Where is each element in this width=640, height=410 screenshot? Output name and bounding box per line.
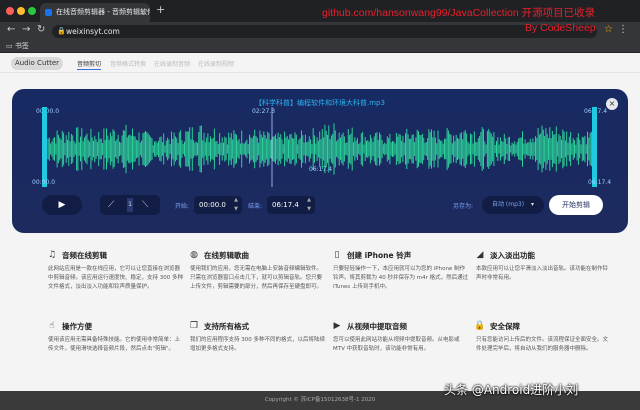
end-time-stepper-icon[interactable]: ▲ ▼: [307, 196, 311, 214]
end-time-input[interactable]: 06:17.4 ▲ ▼: [267, 196, 315, 214]
overlay-author-text: By CodeSheep: [525, 22, 596, 34]
globe-icon: ◍: [190, 250, 198, 260]
time-end-bottom: 06:17.4: [588, 179, 612, 186]
brand-logo[interactable]: Audio Cutter: [11, 57, 63, 70]
feature-description: 只要轻轻操作一下，本应用就可以为您的 iPhone 制作铃声。将其剪裁为 40 …: [333, 266, 469, 290]
video-icon: ▶: [333, 321, 341, 331]
feature-description: 您可以使用此网站功能从视频中提取音频。从电影或 MTV 中获取音轨时，该功能非常…: [333, 337, 460, 352]
lock-icon: 🔒: [57, 27, 66, 35]
editor-controls: ▶ ⟋ 1 ⟍ 开始: 00:00.0 ▲ ▼ 结束: 06:17.4 ▲ ▼ 另存…: [12, 193, 628, 221]
browser-tab-bar: 在线音频剪辑器 - 音频剪辑软件 × + github.com/hansonwa…: [0, 0, 640, 22]
browser-tab-title: 在线音频剪辑器 - 音频剪辑软件: [56, 8, 150, 16]
start-cut-button[interactable]: 开始剪辑: [549, 195, 603, 215]
right-selection-handle[interactable]: [592, 107, 597, 187]
time-start-bottom: 00:00.0: [32, 179, 56, 186]
fade-value: 1: [127, 198, 133, 212]
folder-icon: ▭: [6, 42, 13, 50]
site-header: Audio Cutter 音频剪切 音频格式转换 在线录制音频 在线录制视频: [0, 53, 640, 73]
waveform: [42, 107, 597, 187]
fade-icon: ◢: [476, 250, 484, 260]
start-time-stepper-icon[interactable]: ▲ ▼: [234, 196, 238, 214]
feature-title: 音频在线剪辑: [62, 251, 107, 260]
lock-icon: 🔒: [474, 321, 486, 331]
hand-icon: ☝: [49, 321, 55, 331]
back-icon[interactable]: ←: [7, 24, 15, 35]
feature-description: 我们的应用程序支持 300 多种不同的格式，以后将陆续增加更多格式支持。: [190, 337, 325, 352]
maximize-window-icon[interactable]: [28, 7, 36, 15]
new-tab-icon[interactable]: +: [156, 3, 165, 16]
watermark: 头条 @Android进阶小刘: [444, 383, 579, 397]
feature-description: 使用该应用无需具备特殊技能。它的使用非常简单：上传文件，使用滑块选择音频片段，然…: [48, 337, 181, 352]
feature-title: 安全保障: [490, 322, 520, 331]
time-mid-bottom: 06:17.4: [309, 166, 333, 173]
format-value: 自动 (mp3): [492, 201, 525, 208]
feature-description: 只有您能访问上传后的文件。该流程保证全面安全。文件处理完毕后，将自动从我们的服务…: [476, 337, 609, 352]
music-note-icon: ♫: [47, 250, 57, 260]
close-window-icon[interactable]: [6, 7, 14, 15]
close-file-button[interactable]: ×: [606, 98, 618, 110]
url-text: weixinsyt.com: [66, 27, 120, 36]
feature-title: 从视频中提取音频: [347, 322, 407, 331]
waveform-area[interactable]: [42, 107, 598, 187]
nav-audio-convert[interactable]: 音频格式转换: [110, 59, 146, 68]
nav-record-video[interactable]: 在线录制视频: [198, 59, 234, 68]
start-time-value: 00:00.0: [199, 201, 226, 209]
url-field[interactable]: 🔒 weixinsyt.com: [52, 25, 597, 38]
feature-title: 支持所有格式: [204, 322, 249, 331]
fade-controls: ⟋ 1 ⟍: [100, 195, 160, 215]
play-button[interactable]: ▶: [42, 195, 82, 215]
feature-description: 本款应用可以让您平滑淡入淡出音轨。该功能在制作铃声时非常有用。: [476, 266, 609, 281]
end-label: 结束:: [248, 203, 263, 210]
tab-close-icon[interactable]: ×: [139, 3, 146, 22]
files-icon: ❐: [189, 321, 199, 331]
left-selection-handle[interactable]: [42, 107, 47, 187]
reload-icon[interactable]: ↻: [37, 24, 45, 35]
feature-title: 淡入淡出功能: [490, 251, 535, 260]
address-bar-row: ← → ↻ 🔒 weixinsyt.com By CodeSheep ☆ ⋮: [0, 22, 640, 41]
menu-icon[interactable]: ⋮: [618, 24, 628, 35]
feature-title: 创建 iPhone 铃声: [347, 251, 412, 260]
feature-title: 操作方便: [62, 322, 92, 331]
minimize-window-icon[interactable]: [17, 7, 25, 15]
star-icon[interactable]: ☆: [604, 24, 613, 35]
chevron-down-icon: ▾: [530, 201, 534, 208]
start-label: 开始:: [175, 203, 190, 210]
bookmarks-bar: ▭ 书签: [0, 41, 640, 53]
feature-description: 使用我们的应用，您无需在电脑上安装音频编辑软件。只需在浏览器窗口点击几下，就可以…: [190, 266, 323, 290]
fade-out-icon[interactable]: ⟍: [142, 195, 148, 215]
audio-editor-panel: 【科学科普】编程软件和环境大科普.mp3 × 00:00.0 02:27.3 0…: [12, 89, 628, 233]
feature-title: 在线剪辑歌曲: [204, 251, 249, 260]
browser-tab[interactable]: 在线音频剪辑器 - 音频剪辑软件 ×: [40, 3, 150, 22]
nav-record-audio[interactable]: 在线录制音频: [154, 59, 190, 68]
phone-icon: ▯: [334, 250, 340, 260]
site-favicon-icon: [45, 9, 52, 16]
overlay-github-text: github.com/hansonwang99/JavaCollection 开…: [322, 7, 596, 19]
end-time-value: 06:17.4: [272, 201, 299, 209]
bookmarks-label[interactable]: 书签: [15, 42, 29, 50]
format-select[interactable]: 自动 (mp3) ▾: [482, 196, 544, 214]
feature-description: 此网站应用是一款在线应用，它可以让您直接在浏览器中剪辑音频。该应用运行速度快、稳…: [48, 266, 183, 290]
nav-audio-cut[interactable]: 音频剪切: [77, 59, 102, 70]
forward-icon[interactable]: →: [22, 24, 30, 35]
fade-in-icon[interactable]: ⟋: [108, 195, 114, 215]
start-time-input[interactable]: 00:00.0 ▲ ▼: [194, 196, 242, 214]
save-as-label: 另存为:: [453, 203, 474, 210]
